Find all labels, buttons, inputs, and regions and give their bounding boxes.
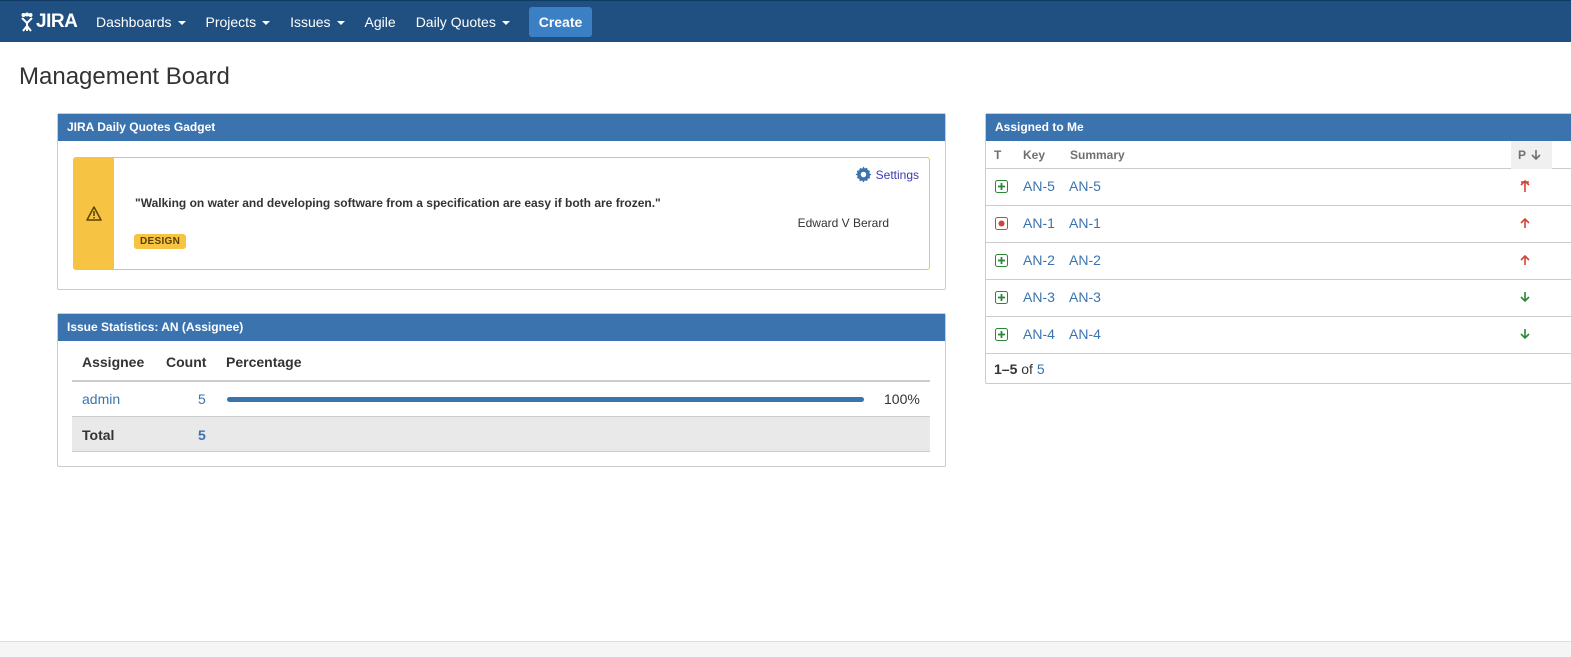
nav-dashboards[interactable]: Dashboards [96, 14, 186, 30]
column-priority[interactable]: P [1518, 148, 1526, 162]
issue-row[interactable]: AN-5 AN-5 [986, 169, 1571, 206]
issue-key-link[interactable]: AN-2 [1023, 252, 1055, 268]
bug-type-icon [995, 217, 1008, 230]
pager-of: of [1021, 361, 1033, 377]
issue-list: AN-5 AN-5 AN-1 AN-1 AN-2 AN-2 AN-3 AN-3 AN-4 AN-4 [986, 169, 1571, 354]
quote-message: Settings "Walking on water and developin… [73, 157, 930, 270]
improvement-type-icon [995, 291, 1008, 304]
count-link[interactable]: 5 [198, 391, 206, 407]
gadget-title[interactable]: Issue Statistics: AN (Assignee) [58, 314, 945, 341]
stats-table: Assignee Count Percentage admin 5 100% T… [72, 349, 930, 452]
nav-daily-quotes[interactable]: Daily Quotes [416, 14, 510, 30]
column-type[interactable]: T [994, 148, 1001, 162]
settings-link[interactable]: Settings [855, 166, 919, 183]
issue-summary-link[interactable]: AN-2 [1069, 252, 1101, 268]
gear-icon [855, 166, 872, 183]
chevron-down-icon [177, 20, 186, 25]
issue-summary-link[interactable]: AN-1 [1069, 215, 1101, 231]
improvement-type-icon [995, 254, 1008, 267]
main-nav: Dashboards Projects Issues Agile Daily Q… [96, 1, 530, 43]
priority-high-icon [1519, 216, 1531, 230]
footer [0, 641, 1571, 657]
issue-key-link[interactable]: AN-1 [1023, 215, 1055, 231]
nav-agile[interactable]: Agile [365, 14, 396, 30]
issue-summary-link[interactable]: AN-4 [1069, 326, 1101, 342]
percentage-bar [227, 397, 864, 402]
daily-quotes-gadget: JIRA Daily Quotes Gadget Settings "Walki… [57, 113, 946, 290]
issue-key-link[interactable]: AN-5 [1023, 178, 1055, 194]
assignee-link[interactable]: admin [82, 391, 120, 407]
percentage-label: 100% [884, 391, 920, 407]
issue-summary-link[interactable]: AN-3 [1069, 289, 1101, 305]
improvement-type-icon [995, 328, 1008, 341]
nav-issues[interactable]: Issues [290, 14, 345, 30]
nav-dashboards-label: Dashboards [96, 14, 172, 30]
nav-issues-label: Issues [290, 14, 331, 30]
column-assignee: Assignee [82, 354, 145, 370]
assigned-to-me-gadget: Assigned to Me T Key Summary P AN-5 AN-5 A… [985, 113, 1571, 384]
stats-table-header: Assignee Count Percentage [72, 349, 930, 382]
priority-low-icon [1519, 327, 1531, 341]
page-title: Management Board [19, 63, 230, 90]
issue-row[interactable]: AN-1 AN-1 [986, 206, 1571, 243]
settings-label: Settings [875, 167, 919, 182]
column-percentage: Percentage [226, 354, 302, 370]
quote-text: "Walking on water and developing softwar… [135, 196, 661, 210]
column-key[interactable]: Key [1023, 148, 1045, 162]
nav-agile-label: Agile [364, 14, 396, 30]
gadget-title[interactable]: JIRA Daily Quotes Gadget [58, 114, 945, 141]
improvement-type-icon [995, 180, 1008, 193]
priority-highest-icon [1519, 179, 1531, 193]
column-summary[interactable]: Summary [1070, 148, 1125, 162]
total-count-link[interactable]: 5 [198, 427, 206, 443]
pager-range: 1–5 [994, 361, 1018, 377]
gadget-title[interactable]: Assigned to Me [986, 114, 1571, 141]
quote-author: Edward V Berard [797, 216, 889, 230]
issue-summary-link[interactable]: AN-5 [1069, 178, 1101, 194]
issue-row[interactable]: AN-4 AN-4 [986, 317, 1571, 354]
total-row: Total 5 [72, 417, 930, 452]
column-count: Count [166, 354, 207, 370]
issue-row[interactable]: AN-3 AN-3 [986, 280, 1571, 317]
chevron-down-icon [262, 20, 271, 25]
issue-key-link[interactable]: AN-4 [1023, 326, 1055, 342]
chevron-down-icon [501, 20, 510, 25]
chevron-down-icon [336, 20, 345, 25]
pager-total-link[interactable]: 5 [1037, 361, 1045, 377]
nav-projects-label: Projects [205, 14, 257, 30]
table-row: admin 5 100% [72, 382, 930, 417]
jira-logo-icon [21, 12, 33, 32]
priority-low-icon [1519, 290, 1531, 304]
quote-side-panel [74, 158, 114, 269]
percentage-bar-fill [227, 397, 864, 402]
issue-key-link[interactable]: AN-3 [1023, 289, 1055, 305]
sort-arrow-down-icon[interactable] [1531, 149, 1541, 161]
logo-text: JIRA [36, 11, 78, 32]
priority-high-icon [1519, 253, 1531, 267]
top-navigation-bar: JIRA Dashboards Projects Issues Agile Da… [0, 0, 1571, 42]
create-button[interactable]: Create [529, 7, 592, 37]
pagination: 1–5 of 5 [986, 354, 1571, 384]
issue-statistics-gadget: Issue Statistics: AN (Assignee) Assignee… [57, 313, 946, 467]
category-tag: DESIGN [134, 234, 187, 249]
nav-daily-quotes-label: Daily Quotes [415, 14, 496, 30]
issue-table-header: T Key Summary P [986, 141, 1571, 169]
issue-row[interactable]: AN-2 AN-2 [986, 243, 1571, 280]
nav-projects[interactable]: Projects [206, 14, 271, 30]
jira-logo[interactable]: JIRA [20, 10, 78, 34]
total-label: Total [82, 427, 115, 443]
warning-icon [86, 206, 102, 221]
